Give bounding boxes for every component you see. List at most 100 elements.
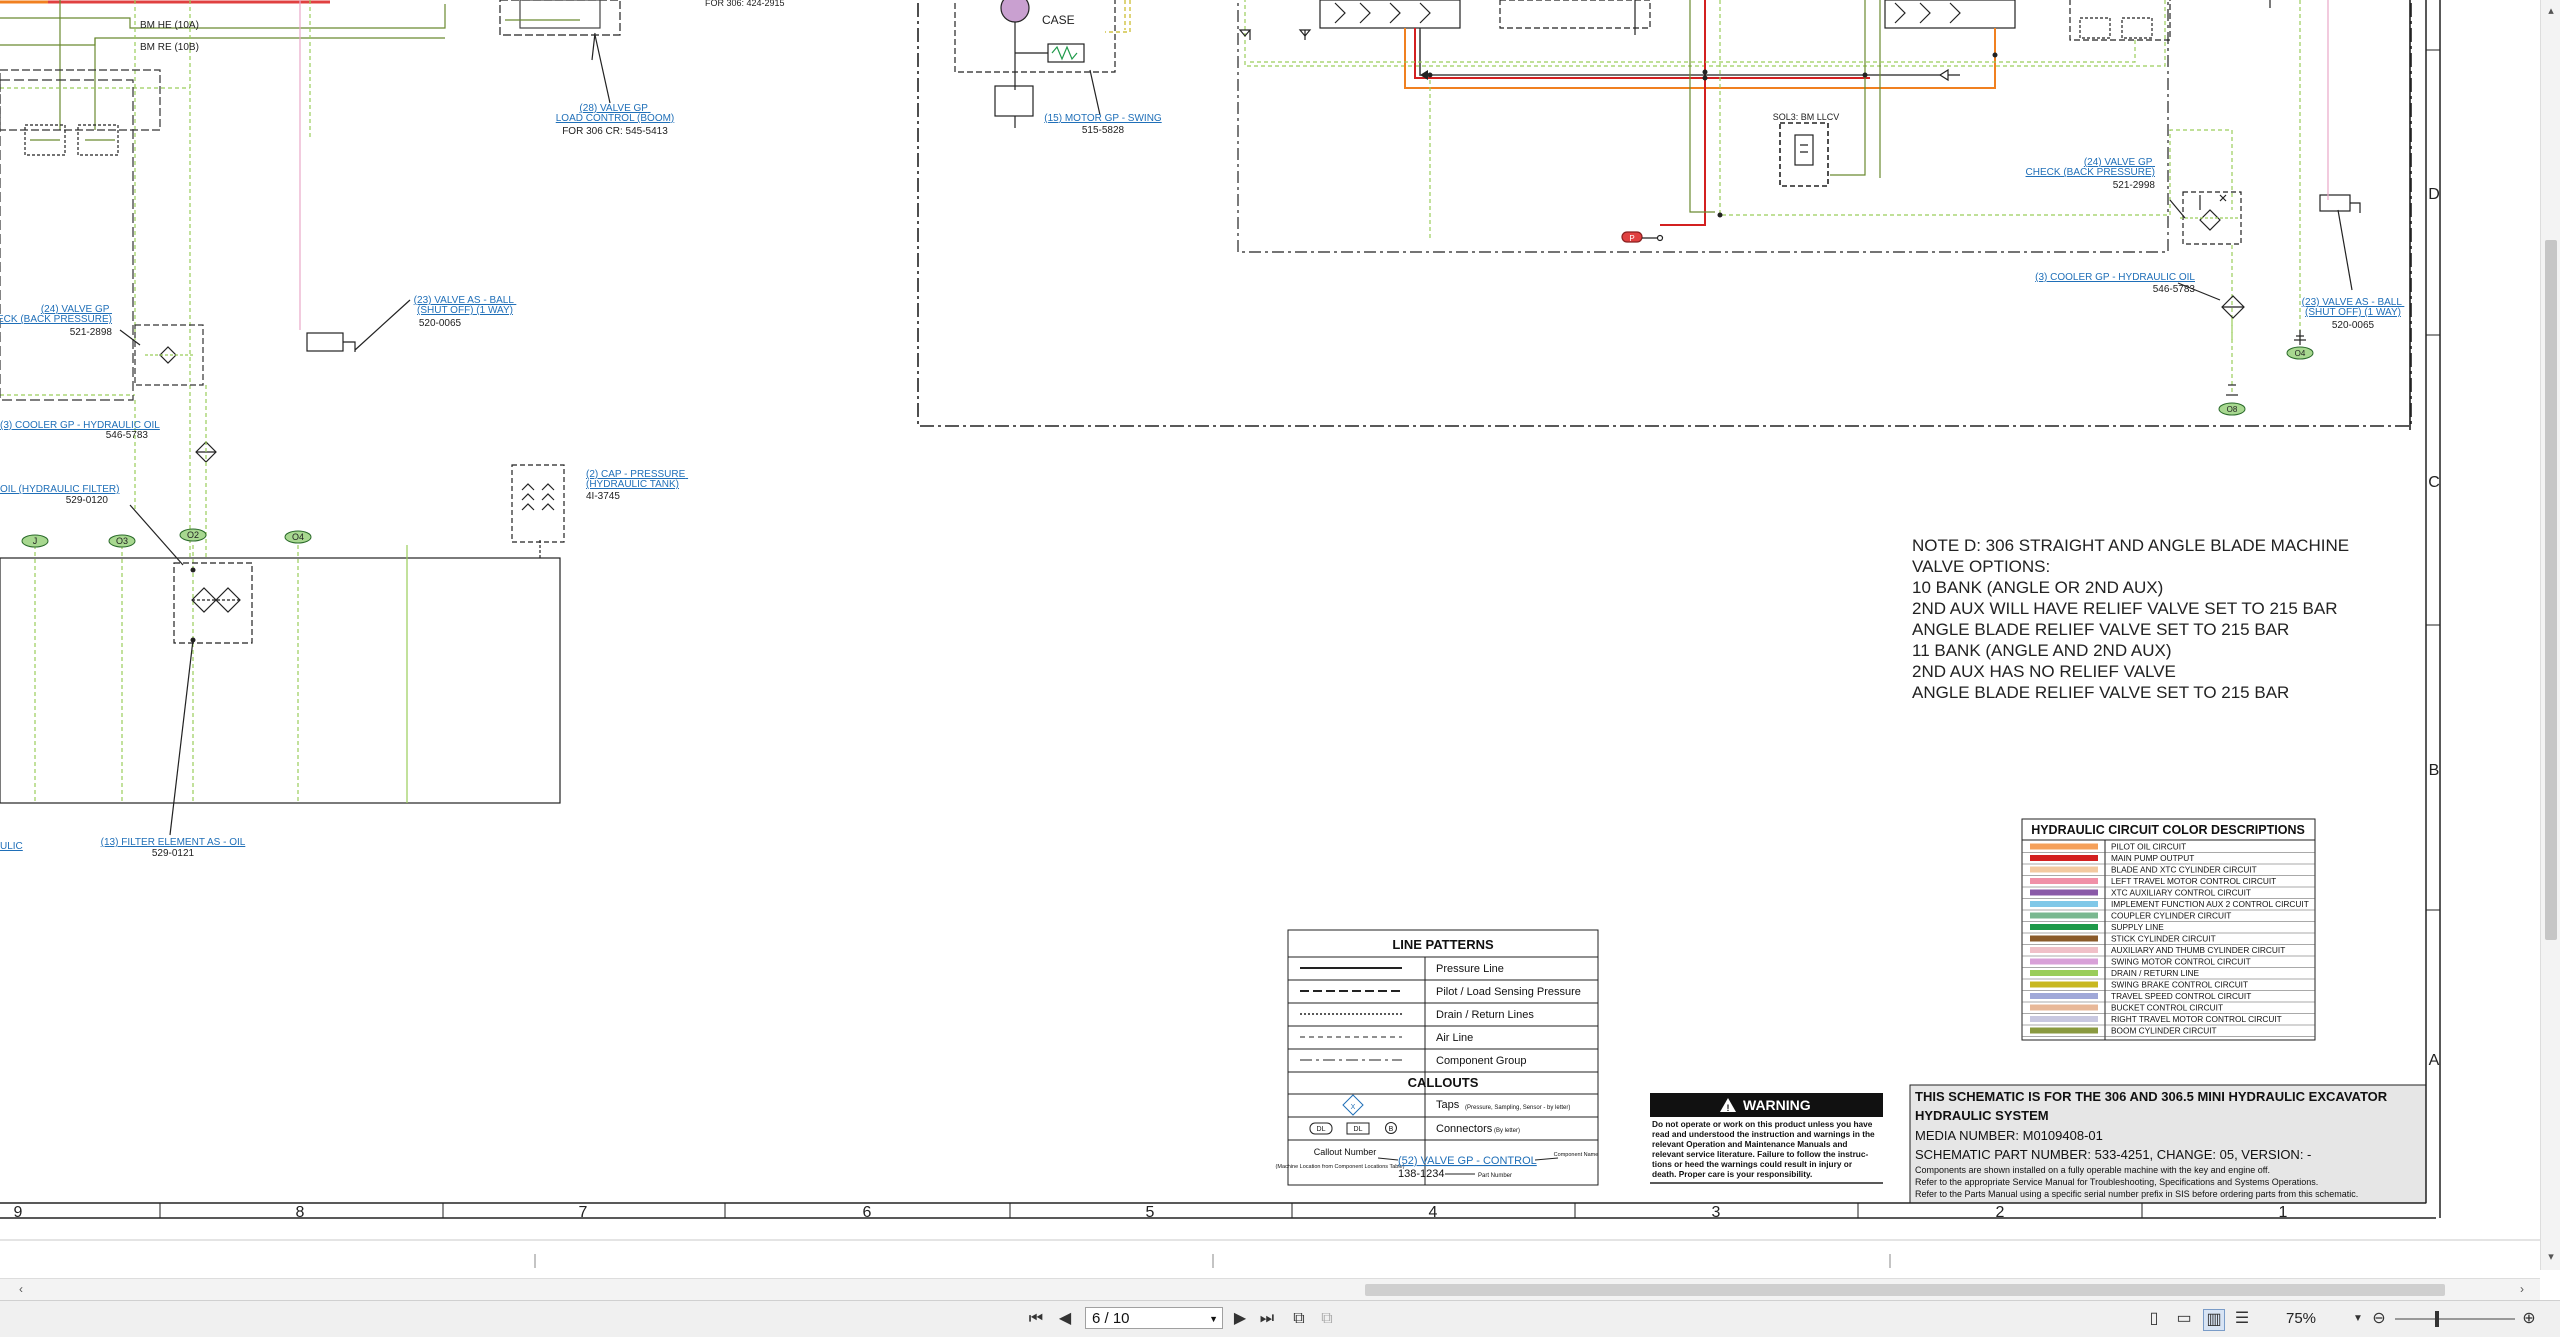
legend-label: DRAIN / RETURN LINE [2111,968,2200,978]
title-note-3: Refer to the Parts Manual using a specif… [1915,1189,2358,1199]
callout-ball-valve-right-link[interactable]: (23) VALVE AS - BALL (SHUT OFF) (1 WAY) [2302,297,2405,318]
last-page-icon[interactable]: ⏭ [1258,1309,1276,1329]
callout-oil-filter-link[interactable]: OIL (HYDRAULIC FILTER) [0,484,119,495]
next-view-icon[interactable]: ⧉ [1318,1309,1336,1329]
scroll-left-icon[interactable]: ‹ [14,1282,28,1296]
warning-block: ! WARNING Do not operate or work on this… [1650,1093,1883,1184]
legend-label: TRAVEL SPEED CONTROL CIRCUIT [2111,991,2251,1001]
legend-swatch [2030,912,2098,919]
zoom-in-icon[interactable]: ⊕ [2520,1309,2538,1329]
left-circuit-region [0,0,621,836]
tap-o4-right: O4 [2295,349,2306,358]
title-line-1: THIS SCHEMATIC IS FOR THE 306 AND 306.5 … [1915,1089,2388,1104]
callout-pressure-cap-link[interactable]: (2) CAP - PRESSURE (HYDRAULIC TANK) [586,469,688,490]
case-label: CASE [1042,13,1075,27]
legend-swatch [2030,1016,2098,1022]
note-line-4: 2ND AUX WILL HAVE RELIEF VALVE SET TO 21… [1912,599,2337,618]
callout-number-label: Callout Number [1314,1147,1377,1157]
previous-page-icon[interactable]: ◀ [1058,1309,1072,1329]
legend-label: XTC AUXILIARY CONTROL CIRCUIT [2111,888,2251,898]
left-callout-texts: BM HE (10A) BM RE (10B) FOR 306: 424-291… [0,0,785,859]
first-page-icon[interactable]: ⏮ [1028,1309,1044,1329]
part-number-label: Part Number [1478,1173,1512,1179]
callout-check-valve-left-part: 521-2898 [70,327,113,338]
line-patterns-legend: LINE PATTERNS Pressure Line Pilot / Load… [1276,929,1599,1186]
legend-swatch [2030,878,2098,884]
legend-swatch [2030,889,2098,896]
callout-check-valve-right-link[interactable]: (24) VALVE GP CHECK (BACK PRESSURE) [2026,157,2155,178]
grid-col-6: 6 [863,1204,872,1221]
grid-row-a: A [2429,1052,2440,1069]
zoom-level[interactable]: 75% [2286,1310,2316,1327]
component-name-label: Component Name [1554,1152,1599,1158]
callout-load-control-boom-part: FOR 306 CR: 545-5413 [562,126,668,137]
callout-number-note: (Machine Location from Component Locatio… [1276,1164,1405,1170]
pattern-air-line: Air Line [1436,1032,1473,1044]
callout-ball-valve-left-part: 520-0065 [419,318,462,329]
legend-swatch [2030,970,2098,976]
legend-swatch [2030,958,2098,965]
callout-load-control-boom-link[interactable]: (28) VALVE GP LOAD CONTROL (BOOM) [556,103,675,124]
callout-check-valve-left-link[interactable]: (24) VALVE GP CHECK (BACK PRESSURE) [0,304,112,325]
center-callout-texts: (15) MOTOR GP - SWING 515-5828 SOL3: BM … [1044,112,2405,331]
callout-cooler-left-part: 546-5783 [106,430,149,441]
zoom-slider[interactable] [2395,1311,2515,1327]
top-cut-text: FOR 306: 424-2915 [705,0,785,8]
callout-ball-valve-left-link[interactable]: (23) VALVE AS - BALL (SHUT OFF) (1 WAY) [414,295,517,316]
facing-view-icon[interactable]: ▥ [2203,1309,2225,1331]
horizontal-scroll-thumb[interactable] [1365,1284,2445,1296]
callout-hydraulic-cut-link[interactable]: ULIC [0,841,23,852]
continuous-facing-view-icon[interactable]: ☰ [2233,1309,2251,1329]
scroll-right-icon[interactable]: › [2515,1282,2529,1296]
warning-text-1: Do not operate or work on this product u… [1652,1119,1877,1179]
grid-col-1: 1 [2279,1204,2288,1221]
grid-row-d: D [2428,186,2440,203]
legend-label: RIGHT TRAVEL MOTOR CONTROL CIRCUIT [2111,1014,2282,1024]
vertical-scroll-thumb[interactable] [2545,240,2557,940]
horizontal-scrollbar[interactable]: ‹ › [0,1278,2540,1301]
grid-col-5: 5 [1146,1204,1155,1221]
next-page-icon[interactable]: ▶ [1233,1309,1247,1329]
color-legend: HYDRAULIC CIRCUIT COLOR DESCRIPTIONS PIL… [2021,818,2316,1041]
legend-swatch [2030,1004,2098,1011]
svg-text:!: ! [1727,1103,1730,1113]
callout-swing-motor-link[interactable]: (15) MOTOR GP - SWING [1044,113,1162,124]
document-viewport[interactable]: BM HE (10A) BM RE (10B) FOR 306: 424-291… [0,0,2540,1270]
callout-cooler-right-link[interactable]: (3) COOLER GP - HYDRAULIC OIL [2035,272,2195,283]
title-block: THIS SCHEMATIC IS FOR THE 306 AND 306.5 … [1909,1084,2427,1204]
scroll-down-icon[interactable]: ▾ [2544,1250,2558,1264]
grid-col-2: 2 [1996,1204,2005,1221]
scroll-up-icon[interactable]: ▴ [2544,4,2558,18]
continuous-view-icon[interactable]: ▭ [2175,1309,2193,1329]
pattern-drain-line: Drain / Return Lines [1436,1009,1534,1021]
legend-label: COUPLER CYLINDER CIRCUIT [2111,911,2231,921]
title-line-2: HYDRAULIC SYSTEM [1915,1108,2049,1123]
single-page-view-icon[interactable]: ▯ [2145,1309,2163,1329]
grid-col-9: 9 [14,1204,23,1221]
taps-note: (Pressure, Sampling, Sensor - by letter) [1465,1105,1570,1111]
vertical-scrollbar[interactable]: ▴ ▾ [2540,0,2560,1270]
zoom-slider-knob[interactable] [2435,1311,2439,1327]
legend-label: SUPPLY LINE [2111,922,2164,932]
zoom-out-icon[interactable]: ⊖ [2370,1309,2388,1329]
legend-label: BUCKET CONTROL CIRCUIT [2111,1003,2223,1013]
note-line-2: VALVE OPTIONS: [1912,557,2050,576]
tap-o4: O4 [292,532,304,542]
label-sol3: SOL3: BM LLCV [1773,112,1840,122]
tap-j: J [33,536,38,546]
legend-swatch [2030,855,2098,861]
callout-filter-element-link[interactable]: (13) FILTER ELEMENT AS - OIL [101,837,246,848]
note-line-3: 10 BANK (ANGLE OR 2ND AUX) [1912,578,2163,597]
previous-view-icon[interactable]: ⧉ [1290,1309,1308,1329]
page-number-field[interactable]: 6 / 10 ▼ [1085,1307,1223,1329]
legend-swatch [2030,981,2098,988]
note-line-7: 2ND AUX HAS NO RELIEF VALVE [1912,662,2176,681]
grid-row-c: C [2428,474,2440,491]
tap-mark: X [1351,1104,1356,1111]
page-dropdown-icon[interactable]: ▼ [1209,1308,1218,1330]
viewer-toolbar: ⏮ ◀ 6 / 10 ▼ ▶ ⏭ ⧉ ⧉ ▯ ▭ ▥ ☰ 75% ▼ ⊖ ⊕ [0,1300,2560,1337]
callout-example-link[interactable]: (52) VALVE GP - CONTROL [1398,1155,1537,1167]
page-number-value: 6 / 10 [1092,1310,1130,1327]
zoom-dropdown-icon[interactable]: ▼ [2353,1309,2363,1329]
legend-swatch [2030,935,2098,942]
